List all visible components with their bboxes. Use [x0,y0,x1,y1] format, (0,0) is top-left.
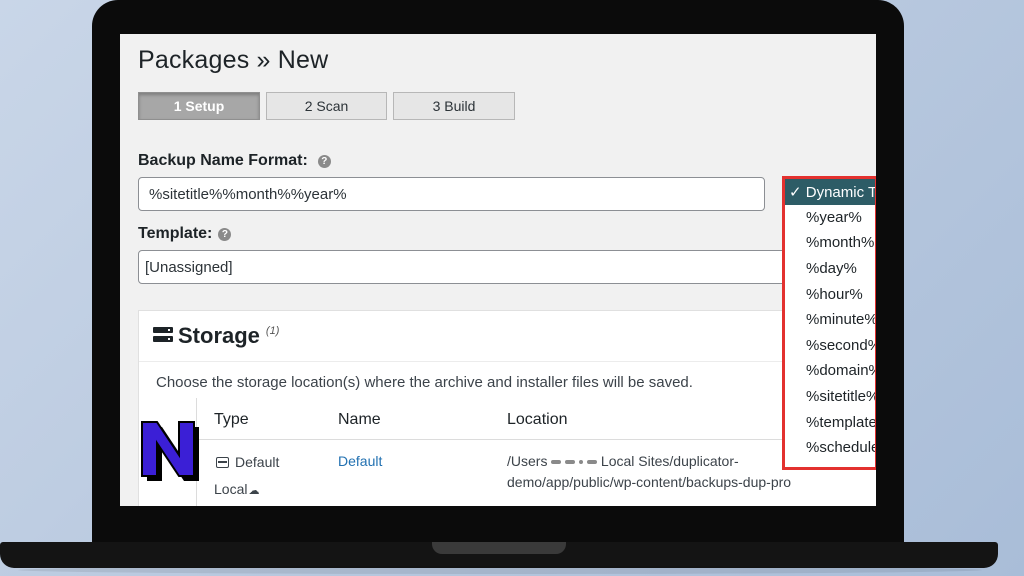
dropdown-option-year[interactable]: %year% [785,205,875,231]
storage-location-line1: /Users Local Sites/duplicator- [507,453,739,469]
dropdown-option-second[interactable]: %second% [785,333,875,359]
help-icon[interactable]: ? [317,154,331,168]
storage-title: Storage [178,323,260,348]
help-icon[interactable]: ? [218,227,232,241]
table-divider [197,439,876,440]
laptop-notch [432,542,566,554]
server-icon [153,327,173,345]
storage-header: Storage (1) [139,311,876,362]
brand-n-logo [141,421,199,481]
dropdown-option-hour[interactable]: %hour% [785,281,875,307]
redacted-text [551,460,562,465]
column-location: Location [507,411,568,428]
dropdown-option-month[interactable]: %month% [785,230,875,256]
step-scan[interactable]: 2 Scan [266,92,387,120]
dropdown-option-template[interactable]: %template% [785,409,875,435]
dropdown-option-minute[interactable]: %minute% [785,307,875,333]
dynamic-tags-dropdown[interactable]: ✓ Dynamic T %year% %month% %day% %hour% … [782,176,876,470]
storage-count: (1) [265,325,280,337]
storage-type-line2: Local [214,481,248,497]
storage-location-line2: demo/app/public/wp-content/backups-dup-p… [507,474,792,490]
location-prefix: /Users [507,453,548,469]
location-line1-rest: Local Sites/duplicator- [600,453,739,469]
template-label-row: Template: ? [138,225,232,243]
dropdown-option-day[interactable]: %day% [785,256,875,282]
page-title: Packages » New [138,46,329,74]
storage-panel: Storage (1) Choose the storage location(… [138,310,876,506]
backup-name-input[interactable]: %sitetitle%%month%%year% [138,177,765,211]
column-name: Name [338,411,381,428]
dropdown-option-domain[interactable]: %domain% [785,358,875,384]
redacted-text [565,460,576,465]
step-build[interactable]: 3 Build [393,92,515,120]
storage-type-line2-cell: Local☁ [214,481,259,497]
column-type: Type [214,411,249,428]
cloud-icon: ☁ [248,485,260,497]
redacted-text [579,460,584,465]
storage-type-line1: Default [235,454,280,470]
storage-type-cell: Default [216,454,279,470]
storage-description: Choose the storage location(s) where the… [156,374,693,391]
storage-name-link[interactable]: Default [338,453,382,469]
dropdown-option-dynamic-tags[interactable]: ✓ Dynamic T [785,179,875,205]
template-select[interactable]: [Unassigned] [138,250,798,284]
wizard-steps: 1 Setup 2 Scan 3 Build [138,92,515,120]
app-screen: Packages » New 1 Setup 2 Scan 3 Build Ba… [120,34,876,506]
laptop-shadow [18,566,982,574]
dropdown-option-schedule[interactable]: %schedule [785,435,875,461]
redacted-text [587,460,598,465]
dropdown-option-sitetitle[interactable]: %sitetitle% [785,384,875,410]
backup-name-label-row: Backup Name Format: ? [138,152,331,170]
drive-icon [216,457,229,468]
backup-name-label: Backup Name Format: [138,152,308,169]
step-setup[interactable]: 1 Setup [138,92,260,120]
template-label: Template: [138,225,213,242]
